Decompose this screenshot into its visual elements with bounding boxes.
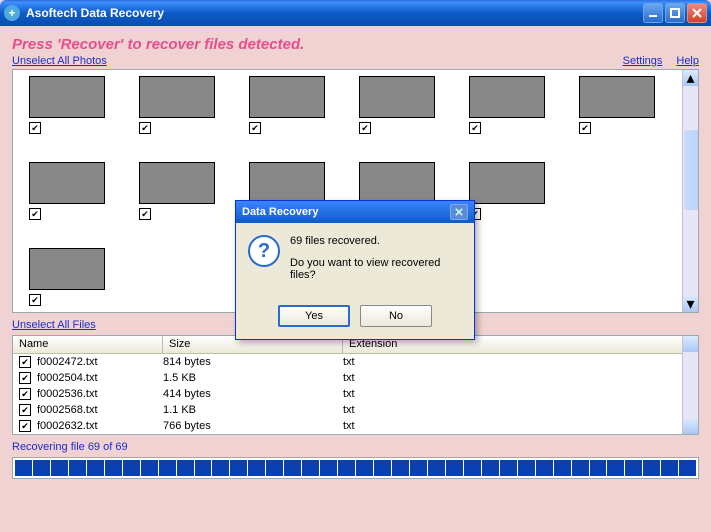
unselect-all-photos-link[interactable]: Unselect All Photos — [12, 55, 107, 67]
photo-item[interactable] — [29, 76, 107, 134]
question-icon: ? — [248, 235, 280, 267]
yes-button[interactable]: Yes — [278, 305, 350, 327]
dialog-text: 69 files recovered. Do you want to view … — [290, 235, 462, 291]
window-title: Asoftech Data Recovery — [26, 6, 641, 20]
file-row[interactable]: f0002504.txt1.5 KBtxt — [13, 370, 698, 386]
checkbox-icon[interactable] — [29, 294, 41, 306]
photo-item[interactable] — [139, 162, 217, 220]
scroll-up-icon[interactable]: ▴ — [683, 70, 698, 86]
app-icon — [4, 5, 20, 21]
dialog-close-button[interactable] — [450, 204, 468, 220]
titlebar: Asoftech Data Recovery — [0, 0, 711, 26]
checkbox-icon[interactable] — [469, 122, 481, 134]
photo-item[interactable] — [469, 162, 547, 220]
checkbox-icon[interactable] — [139, 122, 151, 134]
photo-item[interactable] — [359, 76, 437, 134]
file-list: Name Size Extension f0002472.txt814 byte… — [12, 335, 699, 435]
close-button[interactable] — [687, 3, 707, 23]
file-row[interactable]: f0002568.txt1.1 KBtxt — [13, 402, 698, 418]
confirmation-dialog: Data Recovery ? 69 files recovered. Do y… — [235, 200, 475, 340]
column-name[interactable]: Name — [13, 336, 163, 353]
instruction-text: Press 'Recover' to recover files detecte… — [12, 36, 699, 53]
checkbox-icon[interactable] — [579, 122, 591, 134]
checkbox-icon[interactable] — [249, 122, 261, 134]
maximize-button[interactable] — [665, 3, 685, 23]
settings-link[interactable]: Settings — [623, 55, 663, 67]
photo-item[interactable] — [29, 162, 107, 220]
scroll-up-icon[interactable] — [683, 336, 698, 352]
checkbox-icon[interactable] — [19, 420, 31, 432]
status-text: Recovering file 69 of 69 — [12, 441, 699, 453]
help-link[interactable]: Help — [676, 55, 699, 67]
checkbox-icon[interactable] — [19, 372, 31, 384]
scrollbar[interactable]: ▴ ▾ — [682, 70, 698, 312]
file-row[interactable]: f0002632.txt766 bytestxt — [13, 418, 698, 434]
checkbox-icon[interactable] — [359, 122, 371, 134]
checkbox-icon[interactable] — [19, 388, 31, 400]
no-button[interactable]: No — [360, 305, 432, 327]
photo-item[interactable] — [249, 76, 327, 134]
checkbox-icon[interactable] — [139, 208, 151, 220]
photo-item[interactable] — [139, 76, 217, 134]
checkbox-icon[interactable] — [19, 404, 31, 416]
scroll-down-icon[interactable]: ▾ — [683, 296, 698, 312]
photo-item[interactable] — [469, 76, 547, 134]
checkbox-icon[interactable] — [29, 122, 41, 134]
progress-bar — [12, 457, 699, 479]
scroll-thumb[interactable] — [684, 130, 699, 210]
file-row[interactable]: f0002536.txt414 bytestxt — [13, 386, 698, 402]
photo-item[interactable] — [29, 248, 107, 306]
dialog-titlebar: Data Recovery — [236, 201, 474, 223]
photo-item[interactable] — [579, 76, 657, 134]
scroll-down-icon[interactable] — [683, 418, 698, 434]
minimize-button[interactable] — [643, 3, 663, 23]
checkbox-icon[interactable] — [29, 208, 41, 220]
scrollbar[interactable] — [682, 336, 698, 434]
checkbox-icon[interactable] — [19, 356, 31, 368]
file-row[interactable]: f0002472.txt814 bytestxt — [13, 354, 698, 370]
unselect-all-files-link[interactable]: Unselect All Files — [12, 319, 96, 331]
dialog-title: Data Recovery — [242, 206, 318, 218]
